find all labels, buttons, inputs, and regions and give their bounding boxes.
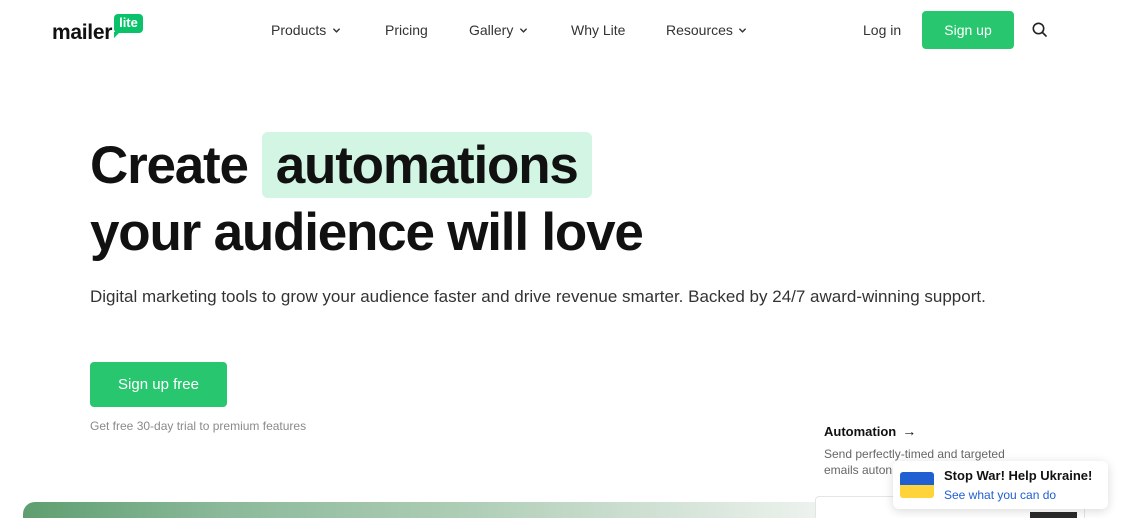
hero-title-line-1: Create automations (90, 132, 592, 198)
feature-automation-link[interactable]: Automation → (824, 423, 916, 439)
preview-dark-element (1030, 512, 1077, 518)
hero-title-line-2: your audience will love (90, 203, 644, 262)
ukraine-banner-title: Stop War! Help Ukraine! (944, 467, 1093, 483)
ukraine-support-banner[interactable]: Stop War! Help Ukraine! See what you can… (893, 461, 1108, 509)
nav-products[interactable]: Products (271, 22, 341, 38)
nav-pricing-label: Pricing (385, 22, 428, 38)
hero-image-preview (23, 502, 823, 518)
search-icon[interactable] (1031, 21, 1049, 39)
login-link[interactable]: Log in (863, 22, 901, 38)
feature-title: Automation (824, 423, 897, 439)
chevron-down-icon (518, 25, 528, 35)
signup-button[interactable]: Sign up (922, 11, 1014, 49)
nav-pricing[interactable]: Pricing (385, 22, 428, 38)
signup-free-button[interactable]: Sign up free (90, 362, 227, 407)
arrow-right-icon: → (902, 423, 917, 439)
chevron-down-icon (331, 25, 341, 35)
nav-resources-label: Resources (666, 22, 733, 38)
hero-subtitle: Digital marketing tools to grow your aud… (90, 287, 986, 306)
nav-why-lite[interactable]: Why Lite (571, 22, 625, 38)
chevron-down-icon (738, 25, 748, 35)
nav-why-lite-label: Why Lite (571, 22, 626, 38)
ukraine-flag-icon (900, 472, 934, 498)
hero-title-highlight: automations (261, 132, 592, 198)
nav-gallery-label: Gallery (469, 22, 514, 38)
nav-products-label: Products (271, 22, 327, 38)
hero-title-prefix: Create (90, 135, 249, 195)
ukraine-banner-link[interactable]: See what you can do (944, 487, 1092, 503)
trial-note: Get free 30-day trial to premium feature… (90, 419, 307, 433)
nav-gallery[interactable]: Gallery (469, 22, 528, 38)
nav-resources[interactable]: Resources (666, 22, 748, 38)
